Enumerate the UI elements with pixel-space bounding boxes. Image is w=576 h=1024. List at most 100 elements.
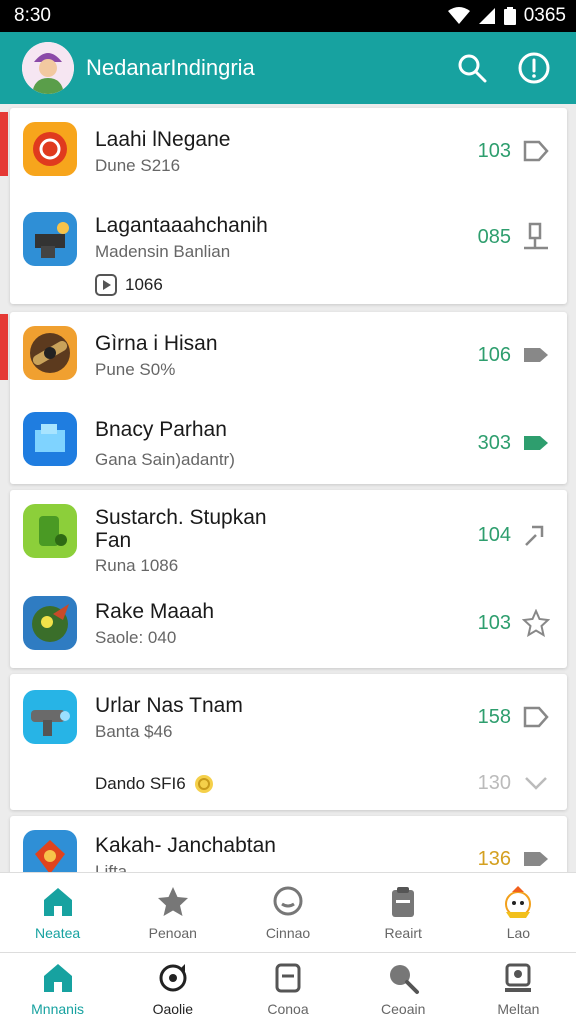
item-meta: 1066 [95, 274, 163, 296]
clipboard-icon [392, 887, 415, 917]
item-value: 103 [477, 140, 511, 162]
item-value: 106 [477, 344, 511, 366]
item-subtitle: Saole: 040 [95, 628, 177, 647]
tab-bar: Neatea Penoan Cinnao Reairt Lao [0, 872, 576, 952]
unread-marker [0, 112, 8, 176]
item-value: 158 [477, 706, 511, 728]
blaster-app-icon [23, 690, 77, 744]
unread-marker [0, 314, 8, 380]
blue-tiles-app-icon [23, 412, 77, 466]
label-icon[interactable] [521, 844, 551, 872]
user-avatar-icon[interactable] [22, 42, 74, 94]
home-icon [43, 964, 72, 992]
item-value: 136 [477, 848, 511, 870]
list-card: Laahi lNegane Dune S216 103 Lagantaaahch… [0, 108, 567, 304]
chat-icon [273, 886, 303, 916]
tab-label: Penoan [148, 925, 197, 941]
signal-icon [478, 8, 495, 24]
media-icon [95, 274, 117, 296]
item-meta: Dando SFI6 [95, 774, 214, 794]
list-item[interactable]: Gìrna i Hisan Pune S0% 106 [10, 312, 567, 398]
item-subtitle: Lifta [95, 862, 128, 872]
list-card: Kakah- Janchabtan Lifta 136 [10, 816, 567, 872]
chevron-down-icon[interactable] [521, 768, 551, 798]
item-name: Urlar Nas Tnam [95, 694, 243, 717]
list-card: Gìrna i Hisan Pune S0% 106 Bnacy Parhan … [0, 312, 567, 484]
list-item[interactable]: Rake Maaah Saole: 040 103 [10, 582, 567, 668]
star-icon [157, 887, 188, 916]
wifi-icon [447, 7, 470, 24]
status-icons: 0365 [447, 5, 566, 27]
search-icon[interactable] [452, 48, 492, 88]
item-name-line2: Fan [95, 529, 132, 552]
label-icon[interactable] [521, 340, 551, 370]
list-item[interactable]: Kakah- Janchabtan Lifta 136 [10, 816, 567, 872]
label-icon[interactable] [521, 428, 551, 458]
item-value: 303 [477, 432, 511, 454]
list-item[interactable]: Lagantaaahchanih Madensin Banlian 085 10… [10, 194, 567, 304]
item-name: Laahi lNegane [95, 128, 231, 151]
item-name: Sustarch. Stupkan [95, 506, 267, 529]
tab-lao[interactable]: Lao [461, 873, 576, 952]
profile-icon [505, 963, 532, 992]
stack-icon[interactable] [521, 222, 551, 252]
nav-mnnanis[interactable]: Mnnanis [0, 953, 115, 1024]
item-meta-text: Dando SFI6 [95, 774, 186, 793]
status-time: 8:30 [14, 5, 51, 26]
coin-icon [194, 775, 213, 793]
tab-cinnao[interactable]: Cinnao [230, 873, 345, 952]
nav-label: Ceoain [381, 1001, 426, 1017]
tab-neatea[interactable]: Neatea [0, 873, 115, 952]
item-secondary-value: 130 [477, 772, 511, 794]
item-value: 104 [477, 524, 511, 546]
list-item[interactable]: Laahi lNegane Dune S216 103 [10, 108, 567, 194]
item-name: Rake Maaah [95, 600, 215, 623]
home-icon [43, 888, 72, 916]
item-name: Gìrna i Hisan [95, 332, 218, 355]
anvil-app-icon [23, 212, 77, 266]
tab-reairt[interactable]: Reairt [346, 873, 461, 952]
red-circle-app-icon [23, 122, 77, 176]
info-icon[interactable] [514, 48, 554, 88]
cannon-app-icon [23, 326, 77, 380]
tag-icon[interactable] [521, 702, 551, 732]
link-icon[interactable] [521, 520, 551, 550]
list-item[interactable]: Bnacy Parhan Gana Sain)adantr) 303 [10, 398, 567, 484]
item-subtitle: Gana Sain)adantr) [95, 450, 235, 469]
star-outline-icon[interactable] [521, 608, 551, 638]
bottom-nav: Mnnanis Oaolie Conoa Ceoain Meltan [0, 952, 576, 1024]
tab-penoan[interactable]: Penoan [115, 873, 230, 952]
item-value: 085 [477, 226, 511, 248]
battery-icon [503, 7, 516, 25]
list-item[interactable]: Sustarch. Stupkan Fan Runa 1086 104 [10, 490, 567, 582]
nav-conoa[interactable]: Conoa [230, 953, 345, 1024]
dragon-app-icon [23, 596, 77, 650]
tab-label: Neatea [35, 925, 81, 941]
tab-label: Reairt [384, 925, 422, 941]
item-name: Lagantaaahchanih [95, 214, 268, 237]
item-subtitle: Banta $46 [95, 722, 173, 741]
nav-ceoain[interactable]: Ceoain [346, 953, 461, 1024]
app-list: Laahi lNegane Dune S216 103 Lagantaaahch… [0, 104, 576, 872]
nav-label: Mnnanis [31, 1001, 85, 1017]
item-subtitle: Pune S0% [95, 360, 176, 379]
list-item[interactable]: Urlar Nas Tnam Banta $46 158 Dando SFI6 … [10, 674, 567, 810]
nav-meltan[interactable]: Meltan [461, 953, 576, 1024]
item-name: Bnacy Parhan [95, 418, 227, 441]
gem-app-icon [23, 830, 77, 872]
item-meta-text: 1066 [125, 275, 163, 294]
app-title: NedanarIndingria [86, 55, 255, 80]
list-card: Sustarch. Stupkan Fan Runa 1086 104 Rake… [10, 490, 567, 668]
tag-icon[interactable] [521, 136, 551, 166]
item-name: Kakah- Janchabtan [95, 834, 276, 857]
refresh-icon [159, 964, 187, 992]
item-subtitle: Runa 1086 [95, 556, 179, 575]
list-card: Urlar Nas Tnam Banta $46 158 Dando SFI6 … [10, 674, 567, 810]
nav-oaolie[interactable]: Oaolie [115, 953, 230, 1024]
app-bar: NedanarIndingria [0, 32, 576, 104]
nav-label: Conoa [267, 1001, 309, 1017]
green-cup-app-icon [23, 504, 77, 558]
tab-label: Cinnao [265, 925, 311, 941]
status-bar: 8:30 0365 [0, 0, 576, 32]
card-icon [275, 963, 301, 993]
